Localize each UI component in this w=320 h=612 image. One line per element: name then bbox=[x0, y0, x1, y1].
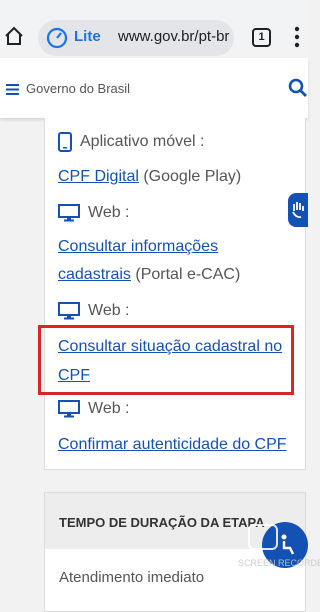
lite-mode-icon bbox=[46, 27, 68, 49]
screen-recorder-watermark-text: SCREEN RECORDER bbox=[238, 558, 320, 568]
hand-icon bbox=[292, 202, 304, 219]
confirmar-row: Confirmar autenticidade do CPF bbox=[58, 436, 287, 454]
more-menu-icon[interactable] bbox=[294, 26, 300, 48]
portal-ecac-suffix: (Portal e-CAC) bbox=[130, 266, 241, 283]
cpf-digital-link[interactable]: CPF Digital bbox=[58, 168, 139, 185]
consultar-info-row: Consultar informações bbox=[58, 238, 218, 256]
monitor-icon bbox=[58, 204, 80, 222]
monitor-icon bbox=[58, 302, 80, 320]
confirmar-autenticidade-link[interactable]: Confirmar autenticidade do CPF bbox=[58, 436, 287, 453]
accessibility-icon bbox=[281, 534, 295, 555]
app-label: Aplicativo móvel : bbox=[80, 133, 205, 151]
monitor-icon bbox=[58, 400, 80, 418]
consultar-informacoes-link-line2[interactable]: cadastrais bbox=[58, 266, 131, 283]
mobile-phone-icon bbox=[58, 132, 72, 152]
hamburger-menu-icon[interactable] bbox=[6, 84, 19, 95]
step-duration-title: TEMPO DE DURAÇÃO DA ETAPA bbox=[59, 515, 265, 530]
home-icon[interactable] bbox=[4, 26, 24, 46]
web-label-3: Web : bbox=[88, 400, 130, 418]
lite-mode-label: Lite bbox=[74, 28, 101, 45]
accessibility-vlibras-button[interactable] bbox=[288, 193, 308, 227]
app-row: Aplicativo móvel : bbox=[58, 132, 205, 152]
tab-switcher-button[interactable]: 1 bbox=[252, 28, 271, 47]
site-header: Governo do Brasil bbox=[0, 58, 308, 118]
web-row-2: Web : bbox=[58, 302, 130, 320]
web-label-1: Web : bbox=[88, 204, 130, 222]
web-label-2: Web : bbox=[88, 302, 130, 320]
search-icon[interactable] bbox=[288, 78, 308, 98]
address-bar[interactable]: Lite www.gov.br/pt-br bbox=[38, 20, 234, 56]
browser-toolbar: Lite www.gov.br/pt-br 1 bbox=[0, 0, 308, 58]
web-row-1: Web : bbox=[58, 204, 130, 222]
step-duration-value: Atendimento imediato bbox=[59, 569, 205, 586]
consultar-informacoes-link[interactable]: Consultar informações bbox=[58, 238, 218, 255]
consultar-info-row-2: cadastrais (Portal e-CAC) bbox=[58, 266, 240, 284]
cpf-digital-suffix: (Google Play) bbox=[138, 168, 242, 185]
url-text[interactable]: www.gov.br/pt-br bbox=[118, 28, 229, 45]
screen-recorder-watermark-icon bbox=[248, 524, 278, 550]
site-title[interactable]: Governo do Brasil bbox=[26, 81, 130, 96]
highlight-annotation-box bbox=[38, 325, 294, 395]
cpf-digital-row: CPF Digital (Google Play) bbox=[58, 168, 241, 186]
web-row-3: Web : bbox=[58, 400, 130, 418]
